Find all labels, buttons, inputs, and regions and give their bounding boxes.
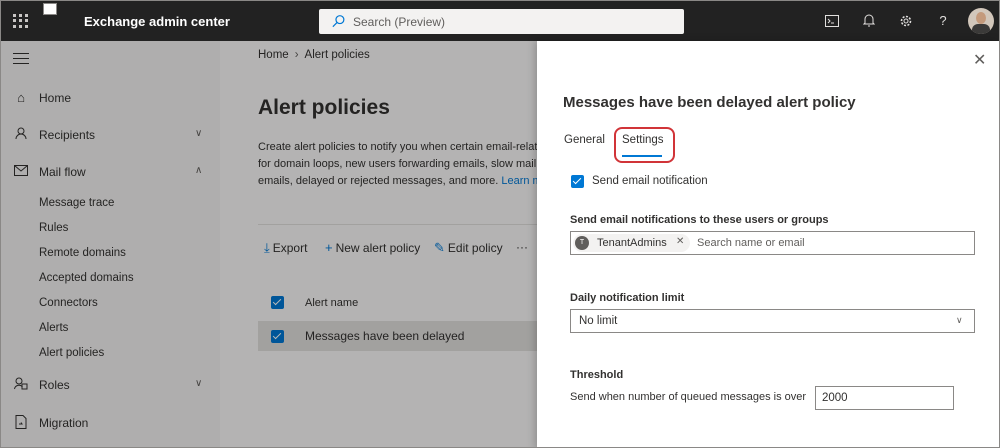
recipient-pill[interactable]: T TenantAdmins ✕ bbox=[573, 234, 690, 252]
send-email-notification-label: Send email notification bbox=[592, 175, 708, 187]
send-email-notification-checkbox[interactable] bbox=[571, 175, 584, 188]
app-launcher-icon[interactable] bbox=[11, 12, 29, 30]
alert-policy-panel: ✕ Messages have been delayed alert polic… bbox=[537, 41, 999, 447]
app-title: Exchange admin center bbox=[84, 14, 230, 29]
search-icon bbox=[332, 15, 345, 28]
threshold-label: Send when number of queued messages is o… bbox=[570, 391, 807, 403]
remove-recipient-icon[interactable]: ✕ bbox=[676, 236, 684, 247]
threshold-heading: Threshold bbox=[570, 369, 624, 381]
terminal-icon[interactable] bbox=[822, 11, 842, 31]
user-avatar[interactable] bbox=[968, 8, 994, 34]
modal-overlay[interactable] bbox=[1, 41, 537, 447]
daily-limit-dropdown[interactable]: No limit ∨ bbox=[570, 309, 975, 333]
daily-limit-label: Daily notification limit bbox=[570, 292, 685, 304]
recipients-label: Send email notifications to these users … bbox=[570, 214, 829, 226]
help-icon[interactable]: ? bbox=[933, 11, 953, 31]
recipient-search-placeholder: Search name or email bbox=[697, 237, 805, 249]
tab-general[interactable]: General bbox=[564, 134, 605, 146]
settings-tab-highlight bbox=[614, 127, 675, 163]
search-placeholder: Search (Preview) bbox=[353, 15, 446, 29]
recipients-picker[interactable]: T TenantAdmins ✕ Search name or email bbox=[570, 231, 975, 255]
top-bar: Exchange admin center Search (Preview) ? bbox=[1, 1, 999, 41]
daily-limit-value: No limit bbox=[579, 315, 618, 327]
search-box[interactable]: Search (Preview) bbox=[319, 9, 684, 34]
gear-icon[interactable] bbox=[896, 11, 916, 31]
app-frame: Exchange admin center Search (Preview) ?… bbox=[0, 0, 1000, 448]
bell-icon[interactable] bbox=[859, 11, 879, 31]
broken-logo-image bbox=[43, 3, 57, 15]
chevron-down-icon: ∨ bbox=[956, 315, 963, 325]
threshold-input[interactable]: 2000 bbox=[815, 386, 954, 410]
threshold-value: 2000 bbox=[822, 392, 848, 404]
close-icon[interactable]: ✕ bbox=[973, 50, 986, 70]
recipient-avatar: T bbox=[575, 236, 589, 250]
panel-title: Messages have been delayed alert policy bbox=[563, 94, 856, 111]
recipient-name: TenantAdmins bbox=[597, 237, 667, 249]
